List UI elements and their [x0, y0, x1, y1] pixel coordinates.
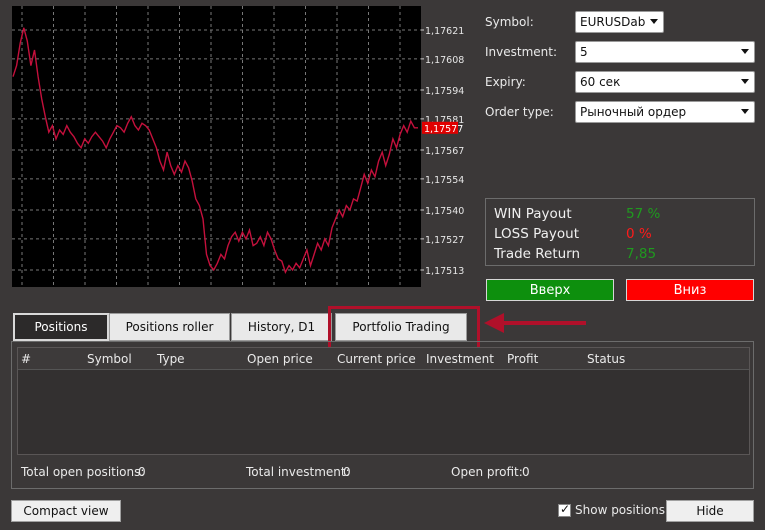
- chevron-down-icon: [650, 19, 658, 24]
- col-number[interactable]: #: [21, 352, 31, 366]
- investment-select[interactable]: 5: [575, 41, 755, 63]
- col-status[interactable]: Status: [587, 352, 625, 366]
- symbol-value: EURUSDab: [580, 15, 646, 29]
- chevron-down-icon: [741, 109, 749, 114]
- col-type[interactable]: Type: [157, 352, 185, 366]
- symbol-select[interactable]: EURUSDab: [575, 11, 664, 33]
- current-price-label: 1,17577: [424, 124, 463, 135]
- price-tick-label: 1,17540: [425, 206, 464, 217]
- expiry-value: 60 сек: [580, 75, 621, 89]
- total-open-positions-label: Total open positions:: [21, 465, 145, 479]
- show-positions-label: Show positions: [575, 503, 665, 517]
- expiry-label: Expiry:: [485, 75, 526, 89]
- win-payout-value: 57 %: [626, 206, 661, 222]
- show-positions-toggle[interactable]: Show positions: [558, 502, 665, 517]
- price-tick-label: 1,17594: [425, 86, 464, 97]
- open-profit-label: Open profit:: [451, 465, 523, 479]
- tab-history-d1[interactable]: History, D1: [231, 313, 332, 341]
- price-tick-label: 1,17621: [425, 26, 464, 37]
- positions-table: # Symbol Type Open price Current price I…: [17, 347, 750, 455]
- order-type-label: Order type:: [485, 105, 554, 119]
- total-open-positions-value: 0: [138, 465, 146, 479]
- price-tick-label: 1,17608: [425, 55, 464, 66]
- chevron-down-icon: [741, 49, 749, 54]
- price-tick-label: 1,17513: [425, 266, 464, 277]
- annotation-arrow-icon: [484, 313, 586, 333]
- positions-panel: # Symbol Type Open price Current price I…: [11, 341, 754, 489]
- order-type-select[interactable]: Рыночный ордер: [575, 101, 755, 123]
- price-tick-label: 1,17554: [425, 175, 464, 186]
- symbol-label: Symbol:: [485, 15, 534, 29]
- show-positions-checkbox[interactable]: [558, 502, 571, 517]
- table-header: # Symbol Type Open price Current price I…: [18, 348, 749, 370]
- total-investment-value: 0: [343, 465, 351, 479]
- chevron-down-icon: [741, 79, 749, 84]
- open-profit-value: 0: [522, 465, 530, 479]
- tab-positions[interactable]: Positions: [13, 313, 109, 341]
- trade-return-label: Trade Return: [494, 246, 581, 262]
- investment-row: Investment:: [485, 41, 575, 63]
- up-button[interactable]: Вверх: [486, 279, 614, 301]
- compact-view-button[interactable]: Compact view: [11, 500, 121, 522]
- price-tick-label: 1,17567: [425, 146, 464, 157]
- expiry-row: Expiry:: [485, 71, 575, 93]
- order-type-value: Рыночный ордер: [580, 105, 687, 119]
- loss-payout-value: 0 %: [626, 226, 652, 242]
- loss-payout-label: LOSS Payout: [494, 226, 580, 242]
- col-current-price[interactable]: Current price: [337, 352, 416, 366]
- col-investment[interactable]: Investment: [426, 352, 494, 366]
- chart-plot-area: [12, 6, 421, 287]
- win-payout-label: WIN Payout: [494, 206, 572, 222]
- tab-positions-roller[interactable]: Positions roller: [109, 313, 230, 341]
- investment-label: Investment:: [485, 45, 558, 59]
- trade-return-row: Trade Return 7,85: [494, 244, 746, 264]
- hide-button[interactable]: Hide: [666, 500, 754, 522]
- payout-panel: WIN Payout 57 % LOSS Payout 0 % Trade Re…: [485, 198, 755, 266]
- win-payout-row: WIN Payout 57 %: [494, 204, 746, 224]
- col-open-price[interactable]: Open price: [247, 352, 313, 366]
- trade-return-value: 7,85: [626, 246, 657, 262]
- price-chart-svg: 1,176211,176081,175941,175811,175671,175…: [12, 6, 464, 287]
- expiry-select[interactable]: 60 сек: [575, 71, 755, 93]
- col-symbol[interactable]: Symbol: [87, 352, 132, 366]
- order-type-row: Order type:: [485, 101, 575, 123]
- loss-payout-row: LOSS Payout 0 %: [494, 224, 746, 244]
- investment-value: 5: [580, 45, 588, 59]
- price-tick-label: 1,17527: [425, 235, 464, 246]
- total-investment-label: Total investment:: [246, 465, 350, 479]
- symbol-row: Symbol:: [485, 11, 575, 33]
- price-chart: 1,17621 1,17608 1,17594 1,17581 1,17567 1,175…: [0, 0, 475, 300]
- col-profit[interactable]: Profit: [507, 352, 538, 366]
- down-button[interactable]: Вниз: [626, 279, 754, 301]
